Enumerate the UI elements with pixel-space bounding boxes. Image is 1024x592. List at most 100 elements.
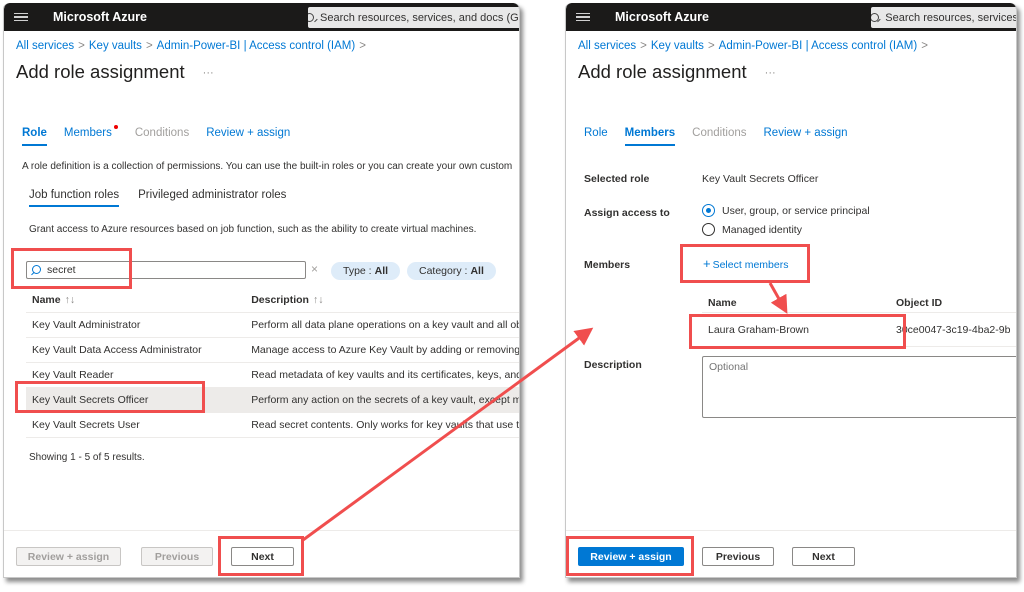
next-button[interactable]: Next — [792, 547, 855, 566]
global-search-input[interactable]: Search resources, services, and docs (G+… — [308, 7, 519, 28]
table-row-selected[interactable]: Key Vault Secrets Officer Perform any act… — [26, 387, 519, 413]
selected-role-value: Key Vault Secrets Officer — [702, 173, 819, 185]
breadcrumb-iam[interactable]: Admin-Power-BI | Access control (IAM) — [719, 40, 918, 52]
select-members-link[interactable]: + Select members — [703, 256, 788, 271]
tab-conditions[interactable]: Conditions — [692, 127, 746, 146]
members-label: Members — [584, 259, 631, 271]
breadcrumb-all-services[interactable]: All services — [578, 40, 636, 52]
top-bar: Microsoft Azure Search resources, servic… — [566, 3, 1016, 31]
page-title: Add role assignment ··· — [16, 61, 214, 83]
radio-label: Managed identity — [722, 223, 802, 236]
table-row[interactable]: Key Vault Data Access Administrator Manag… — [26, 337, 519, 363]
clear-search-icon[interactable]: × — [311, 262, 318, 276]
header-label: Description — [251, 293, 309, 306]
brand-label[interactable]: Microsoft Azure — [615, 10, 709, 24]
chip-value: All — [470, 265, 484, 277]
tab-review-assign[interactable]: Review + assign — [206, 127, 290, 146]
role-name[interactable]: Key Vault Secrets User — [26, 412, 246, 438]
description-textarea[interactable] — [702, 356, 1016, 418]
chip-key: Category : — [419, 265, 468, 277]
breadcrumb: All services > Key vaults > Admin-Power-BI |… — [16, 40, 370, 52]
brand-label[interactable]: Microsoft Azure — [53, 10, 147, 24]
column-header-name[interactable]: Name ↑↓ — [26, 288, 246, 313]
next-button[interactable]: Next — [231, 547, 294, 566]
role-name[interactable]: Key Vault Administrator — [26, 312, 246, 338]
tab-conditions[interactable]: Conditions — [135, 127, 189, 146]
role-search-value: secret — [47, 264, 76, 276]
selected-role-label: Selected role — [584, 173, 650, 185]
tab-role[interactable]: Role — [22, 127, 47, 146]
members-table: Name Object ID Laura Graham-Brown 30ce00… — [702, 293, 1016, 347]
chevron-right-icon: > — [78, 40, 85, 52]
previous-button[interactable]: Previous — [141, 547, 213, 566]
breadcrumb-key-vaults[interactable]: Key vaults — [651, 40, 704, 52]
table-row[interactable]: Key Vault Secrets User Read secret conten… — [26, 412, 519, 438]
plus-icon: + — [703, 256, 711, 271]
role-description: Read secret contents. Only works for key… — [245, 412, 519, 438]
role-name[interactable]: Key Vault Data Access Administrator — [26, 337, 246, 363]
search-placeholder: Search resources, services, — [885, 11, 1017, 24]
results-count: Showing 1 - 5 of 5 results. — [29, 452, 145, 463]
tab-job-function-roles[interactable]: Job function roles — [29, 189, 120, 207]
more-options-icon[interactable]: ··· — [765, 67, 776, 79]
more-options-icon[interactable]: ··· — [203, 67, 214, 79]
breadcrumb-key-vaults[interactable]: Key vaults — [89, 40, 142, 52]
sort-icon[interactable]: ↑↓ — [313, 294, 324, 306]
role-description: Read metadata of key vaults and its cert… — [245, 362, 519, 388]
breadcrumb: All services > Key vaults > Admin-Power-BI |… — [578, 40, 932, 52]
role-type-tabs: Job function roles Privileged administra… — [29, 189, 286, 207]
wizard-tabs: Role Members Conditions Review + assign — [584, 127, 848, 146]
table-row[interactable]: Key Vault Reader Read metadata of key vau… — [26, 362, 519, 388]
tab-review-assign[interactable]: Review + assign — [764, 127, 848, 146]
select-members-label: Select members — [712, 259, 789, 271]
radio-managed-identity[interactable]: Managed identity — [702, 223, 802, 236]
chevron-right-icon: > — [921, 40, 928, 52]
grant-description: Grant access to Azure resources based on… — [29, 224, 477, 235]
roles-table: Name ↑↓ Description ↑↓ Key Vault Administr… — [26, 288, 519, 438]
role-description: Perform any action on the secrets of a k… — [245, 387, 519, 413]
top-bar: Microsoft Azure Search resources, servic… — [4, 3, 519, 31]
role-search-input[interactable]: secret — [26, 261, 306, 279]
type-filter-chip[interactable]: Type : All — [331, 262, 401, 280]
global-search-input[interactable]: Search resources, services, — [871, 7, 1017, 28]
hamburger-menu-icon[interactable] — [576, 12, 590, 22]
chevron-right-icon: > — [359, 40, 366, 52]
role-description: Manage access to Azure Key Vault by addi… — [245, 337, 519, 363]
member-object-id: 30ce0047-3c19-4ba2-9b — [896, 323, 1011, 336]
page-title: Add role assignment ··· — [578, 61, 776, 83]
search-icon — [31, 265, 41, 275]
radio-user-group-sp[interactable]: User, group, or service principal — [702, 204, 870, 217]
hamburger-menu-icon[interactable] — [14, 12, 28, 22]
member-name: Laura Graham-Brown — [708, 323, 809, 336]
breadcrumb-iam[interactable]: Admin-Power-BI | Access control (IAM) — [157, 40, 356, 52]
sort-icon[interactable]: ↑↓ — [65, 294, 76, 306]
tab-members[interactable]: Members — [63, 125, 118, 146]
category-filter-chip[interactable]: Category : All — [407, 262, 496, 280]
page-title-text: Add role assignment — [16, 61, 185, 82]
column-header-object-id: Object ID — [896, 296, 943, 309]
tab-privileged-admin-roles[interactable]: Privileged administrator roles — [138, 189, 286, 207]
review-assign-button[interactable]: Review + assign — [16, 547, 121, 566]
description-label: Description — [584, 359, 642, 371]
tab-members[interactable]: Members — [624, 127, 675, 146]
column-header-description[interactable]: Description ↑↓ — [245, 288, 519, 313]
right-panel-members-step: Microsoft Azure Search resources, servic… — [565, 3, 1017, 578]
review-assign-button[interactable]: Review + assign — [578, 547, 684, 566]
chevron-right-icon: > — [707, 40, 715, 52]
tab-members-label: Members — [63, 127, 112, 139]
members-table-header: Name Object ID — [702, 293, 1016, 313]
role-name[interactable]: Key Vault Secrets Officer — [26, 387, 246, 413]
assign-access-label: Assign access to — [584, 207, 670, 219]
role-intro-text: A role definition is a collection of per… — [22, 161, 513, 172]
radio-checked-icon — [702, 204, 715, 217]
chip-value: All — [374, 265, 389, 277]
breadcrumb-all-services[interactable]: All services — [16, 40, 74, 52]
header-label: Name — [32, 293, 61, 306]
column-header-name: Name — [708, 296, 737, 309]
previous-button[interactable]: Previous — [702, 547, 774, 566]
table-row[interactable]: Key Vault Administrator Perform all data … — [26, 312, 519, 338]
tab-role[interactable]: Role — [584, 127, 608, 146]
member-row[interactable]: Laura Graham-Brown 30ce0047-3c19-4ba2-9b — [702, 313, 1016, 347]
role-name[interactable]: Key Vault Reader — [26, 362, 246, 388]
role-description: Perform all data plane operations on a k… — [245, 312, 519, 338]
